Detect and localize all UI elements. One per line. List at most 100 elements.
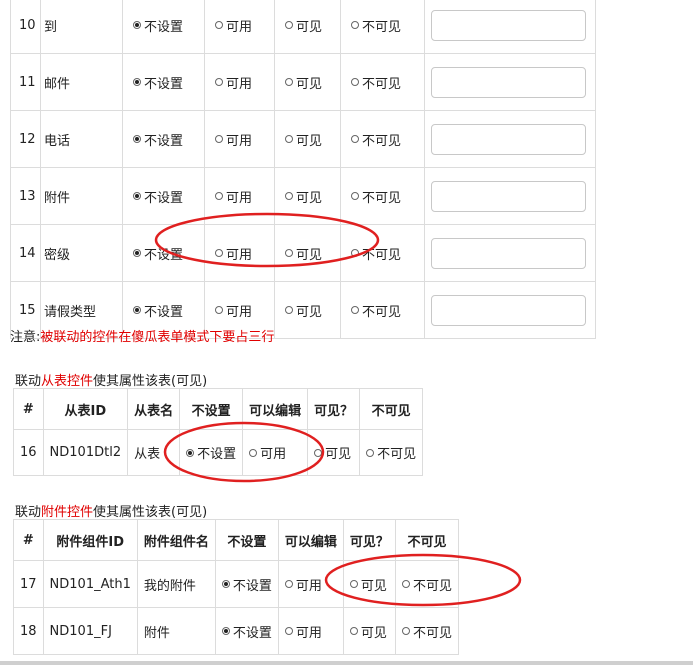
radio-visible[interactable]: 可见 (285, 187, 322, 206)
radio-button[interactable] (215, 306, 223, 314)
radio-cell: 可用 (204, 224, 275, 282)
radio-visible[interactable]: 可见 (285, 301, 322, 320)
radio-button[interactable] (285, 249, 293, 257)
radio-button[interactable] (366, 448, 375, 457)
radio-button[interactable] (401, 627, 410, 635)
radio-enabled[interactable]: 可用 (284, 575, 322, 594)
component-name: 从表 (127, 429, 181, 476)
field-name: 附件 (40, 167, 123, 225)
radio-button[interactable] (349, 580, 358, 588)
radio-not-set[interactable]: 不设置 (133, 73, 183, 92)
row-number: 13 (10, 167, 41, 225)
radio-not-set[interactable]: 不设置 (133, 16, 183, 35)
radio-label: 不设置 (144, 190, 184, 206)
row-number: 17 (13, 560, 44, 608)
radio-invisible[interactable]: 不可见 (366, 443, 416, 462)
radio-not-set[interactable]: 不设置 (133, 187, 183, 206)
radio-invisible[interactable]: 不可见 (351, 73, 401, 92)
radio-button[interactable] (401, 580, 410, 588)
caption-suffix: 使其属性该表(可见) (93, 505, 208, 520)
value-input[interactable] (431, 294, 586, 326)
radio-button[interactable] (133, 192, 141, 200)
radio-button[interactable] (284, 627, 293, 635)
radio-visible[interactable]: 可见 (349, 575, 387, 594)
radio-enabled[interactable]: 可用 (215, 16, 252, 35)
radio-button[interactable] (285, 21, 293, 29)
radio-button[interactable] (215, 78, 223, 86)
radio-invisible[interactable]: 不可见 (401, 622, 452, 641)
radio-button[interactable] (285, 306, 293, 314)
radio-button[interactable] (221, 627, 230, 635)
radio-enabled[interactable]: 可用 (215, 73, 252, 92)
attachment-section-caption: 联动附件控件使其属性该表(可见) (15, 501, 207, 520)
radio-not-set[interactable]: 不设置 (186, 443, 236, 462)
radio-button[interactable] (215, 21, 223, 29)
radio-enabled[interactable]: 可用 (215, 301, 252, 320)
radio-button[interactable] (133, 135, 141, 143)
radio-visible[interactable]: 可见 (285, 16, 322, 35)
radio-invisible[interactable]: 不可见 (351, 301, 401, 320)
radio-enabled[interactable]: 可用 (284, 622, 322, 641)
radio-button[interactable] (186, 448, 195, 457)
radio-enabled[interactable]: 可用 (215, 130, 252, 149)
radio-cell: 不设置 (122, 53, 205, 111)
radio-button[interactable] (349, 627, 358, 635)
attachment-control-table: # 附件组件ID 附件组件名 不设置 可以编辑 可见？ 不可见 17 ND101_Ath1 我的… (13, 519, 459, 655)
radio-button[interactable] (133, 306, 141, 314)
radio-not-set[interactable]: 不设置 (133, 244, 183, 263)
radio-not-set[interactable]: 不设置 (221, 622, 272, 641)
radio-visible[interactable]: 可见 (285, 73, 322, 92)
radio-button[interactable] (285, 135, 293, 143)
column-header: 不设置 (179, 388, 244, 430)
radio-label: 可用 (260, 447, 287, 462)
radio-button[interactable] (249, 448, 258, 457)
radio-cell: 不可见 (340, 281, 425, 339)
radio-invisible[interactable]: 不可见 (351, 130, 401, 149)
radio-cell: 可见 (274, 224, 341, 282)
radio-button[interactable] (215, 135, 223, 143)
radio-invisible[interactable]: 不可见 (351, 244, 401, 263)
radio-button[interactable] (133, 21, 141, 29)
radio-button[interactable] (215, 249, 223, 257)
radio-button[interactable] (314, 448, 323, 457)
radio-invisible[interactable]: 不可见 (351, 16, 401, 35)
radio-button[interactable] (133, 78, 141, 86)
radio-visible[interactable]: 可见 (285, 244, 322, 263)
radio-invisible[interactable]: 不可见 (401, 575, 452, 594)
radio-button[interactable] (285, 78, 293, 86)
radio-button[interactable] (351, 192, 359, 200)
column-header: # (13, 388, 44, 430)
radio-button[interactable] (351, 78, 359, 86)
radio-not-set[interactable]: 不设置 (221, 575, 272, 594)
radio-button[interactable] (133, 249, 141, 257)
radio-button[interactable] (215, 192, 223, 200)
radio-cell: 不可见 (340, 167, 425, 225)
value-cell (424, 110, 596, 168)
radio-not-set[interactable]: 不设置 (133, 130, 183, 149)
radio-button[interactable] (284, 580, 293, 588)
radio-button[interactable] (351, 306, 359, 314)
value-input[interactable] (431, 123, 586, 155)
radio-label: 不设置 (144, 76, 184, 92)
note-text: 被联动的控件在傻瓜表单模式下要占三行 (40, 330, 275, 345)
radio-button[interactable] (221, 580, 230, 588)
value-input[interactable] (431, 66, 586, 98)
radio-enabled[interactable]: 可用 (215, 244, 252, 263)
radio-not-set[interactable]: 不设置 (133, 301, 183, 320)
radio-enabled[interactable]: 可用 (215, 187, 252, 206)
radio-button[interactable] (285, 192, 293, 200)
radio-enabled[interactable]: 可用 (249, 443, 286, 462)
value-input[interactable] (431, 9, 586, 41)
field-name: 密级 (40, 224, 123, 282)
radio-visible[interactable]: 可见 (349, 622, 387, 641)
radio-button[interactable] (351, 135, 359, 143)
row-number: 16 (13, 429, 44, 476)
radio-invisible[interactable]: 不可见 (351, 187, 401, 206)
radio-visible[interactable]: 可见 (285, 130, 322, 149)
radio-visible[interactable]: 可见 (314, 443, 351, 462)
radio-button[interactable] (351, 21, 359, 29)
value-input[interactable] (431, 237, 586, 269)
radio-cell: 可见 (274, 167, 341, 225)
value-input[interactable] (431, 180, 586, 212)
radio-button[interactable] (351, 249, 359, 257)
